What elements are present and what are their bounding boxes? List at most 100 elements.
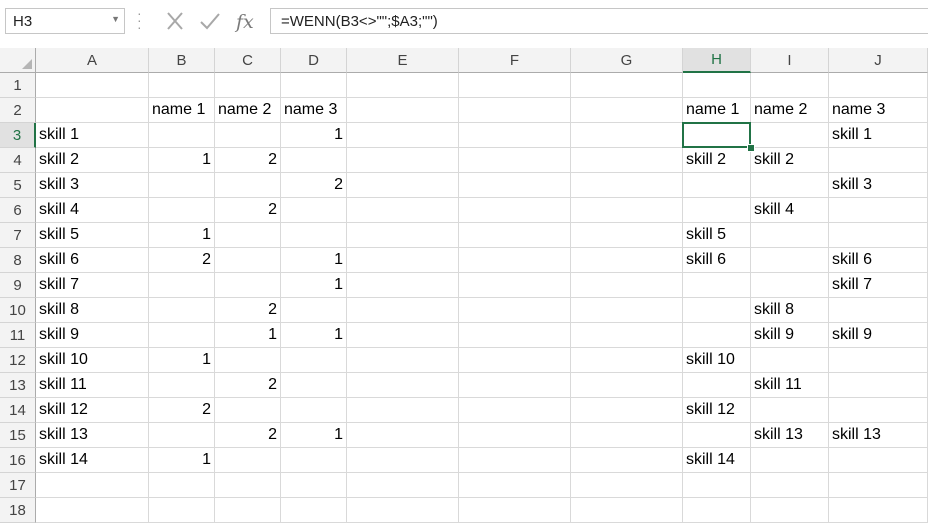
cell-b2[interactable]: name 1 xyxy=(149,98,215,123)
cell-d7[interactable] xyxy=(281,223,347,248)
cell-b4[interactable]: 1 xyxy=(149,148,215,173)
cell-g13[interactable] xyxy=(571,373,683,398)
cell-b10[interactable] xyxy=(149,298,215,323)
cell-i3[interactable] xyxy=(751,123,829,148)
cell-c13[interactable]: 2 xyxy=(215,373,281,398)
cell-e13[interactable] xyxy=(347,373,459,398)
cell-c16[interactable] xyxy=(215,448,281,473)
cell-j10[interactable] xyxy=(829,298,928,323)
chevron-down-icon[interactable]: ▼ xyxy=(111,14,120,24)
cell-f10[interactable] xyxy=(459,298,571,323)
cell-d4[interactable] xyxy=(281,148,347,173)
cell-d1[interactable] xyxy=(281,73,347,98)
cell-d8[interactable]: 1 xyxy=(281,248,347,273)
cell-e8[interactable] xyxy=(347,248,459,273)
cell-d6[interactable] xyxy=(281,198,347,223)
cell-g15[interactable] xyxy=(571,423,683,448)
cell-d15[interactable]: 1 xyxy=(281,423,347,448)
cell-a18[interactable] xyxy=(36,498,149,523)
cell-j14[interactable] xyxy=(829,398,928,423)
cell-b12[interactable]: 1 xyxy=(149,348,215,373)
cell-f18[interactable] xyxy=(459,498,571,523)
cell-e11[interactable] xyxy=(347,323,459,348)
cell-g14[interactable] xyxy=(571,398,683,423)
row-header-17[interactable]: 17 xyxy=(0,473,36,498)
cell-e6[interactable] xyxy=(347,198,459,223)
row-header-2[interactable]: 2 xyxy=(0,98,36,123)
cell-c7[interactable] xyxy=(215,223,281,248)
cell-g2[interactable] xyxy=(571,98,683,123)
cell-i10[interactable]: skill 8 xyxy=(751,298,829,323)
cell-f9[interactable] xyxy=(459,273,571,298)
cell-h14[interactable]: skill 12 xyxy=(683,398,751,423)
cell-d11[interactable]: 1 xyxy=(281,323,347,348)
cell-b8[interactable]: 2 xyxy=(149,248,215,273)
cell-b3[interactable] xyxy=(149,123,215,148)
cell-i5[interactable] xyxy=(751,173,829,198)
cell-j7[interactable] xyxy=(829,223,928,248)
cell-b15[interactable] xyxy=(149,423,215,448)
enter-icon[interactable] xyxy=(197,8,223,34)
cell-f16[interactable] xyxy=(459,448,571,473)
cell-b16[interactable]: 1 xyxy=(149,448,215,473)
cell-a12[interactable]: skill 10 xyxy=(36,348,149,373)
row-header-5[interactable]: 5 xyxy=(0,173,36,198)
cell-a1[interactable] xyxy=(36,73,149,98)
cell-h8[interactable]: skill 6 xyxy=(683,248,751,273)
cell-i16[interactable] xyxy=(751,448,829,473)
cell-e18[interactable] xyxy=(347,498,459,523)
cell-i7[interactable] xyxy=(751,223,829,248)
cell-f15[interactable] xyxy=(459,423,571,448)
cell-c6[interactable]: 2 xyxy=(215,198,281,223)
cell-c1[interactable] xyxy=(215,73,281,98)
cell-h17[interactable] xyxy=(683,473,751,498)
cell-b17[interactable] xyxy=(149,473,215,498)
cell-g1[interactable] xyxy=(571,73,683,98)
cell-j13[interactable] xyxy=(829,373,928,398)
cell-a4[interactable]: skill 2 xyxy=(36,148,149,173)
cell-d9[interactable]: 1 xyxy=(281,273,347,298)
column-header-f[interactable]: F xyxy=(459,48,571,73)
cell-f2[interactable] xyxy=(459,98,571,123)
cell-e16[interactable] xyxy=(347,448,459,473)
cell-b18[interactable] xyxy=(149,498,215,523)
cell-c12[interactable] xyxy=(215,348,281,373)
cell-g9[interactable] xyxy=(571,273,683,298)
cell-a17[interactable] xyxy=(36,473,149,498)
cell-e4[interactable] xyxy=(347,148,459,173)
cell-i2[interactable]: name 2 xyxy=(751,98,829,123)
cell-b9[interactable] xyxy=(149,273,215,298)
cell-i9[interactable] xyxy=(751,273,829,298)
row-header-9[interactable]: 9 xyxy=(0,273,36,298)
cell-e12[interactable] xyxy=(347,348,459,373)
cell-b1[interactable] xyxy=(149,73,215,98)
cell-e1[interactable] xyxy=(347,73,459,98)
cell-j12[interactable] xyxy=(829,348,928,373)
select-all-corner[interactable] xyxy=(0,48,36,73)
cell-d12[interactable] xyxy=(281,348,347,373)
cell-b11[interactable] xyxy=(149,323,215,348)
cell-h9[interactable] xyxy=(683,273,751,298)
column-header-h[interactable]: H xyxy=(683,48,751,73)
cell-j2[interactable]: name 3 xyxy=(829,98,928,123)
cell-f12[interactable] xyxy=(459,348,571,373)
cell-g5[interactable] xyxy=(571,173,683,198)
cell-j1[interactable] xyxy=(829,73,928,98)
cell-g11[interactable] xyxy=(571,323,683,348)
cell-d18[interactable] xyxy=(281,498,347,523)
row-header-1[interactable]: 1 xyxy=(0,73,36,98)
column-header-b[interactable]: B xyxy=(149,48,215,73)
cell-f1[interactable] xyxy=(459,73,571,98)
cancel-icon[interactable] xyxy=(162,8,188,34)
cell-d17[interactable] xyxy=(281,473,347,498)
cell-d2[interactable]: name 3 xyxy=(281,98,347,123)
cell-i13[interactable]: skill 11 xyxy=(751,373,829,398)
cell-g6[interactable] xyxy=(571,198,683,223)
column-header-j[interactable]: J xyxy=(829,48,928,73)
cell-j17[interactable] xyxy=(829,473,928,498)
column-header-g[interactable]: G xyxy=(571,48,683,73)
cell-j9[interactable]: skill 7 xyxy=(829,273,928,298)
cell-f14[interactable] xyxy=(459,398,571,423)
cell-d14[interactable] xyxy=(281,398,347,423)
cell-e15[interactable] xyxy=(347,423,459,448)
